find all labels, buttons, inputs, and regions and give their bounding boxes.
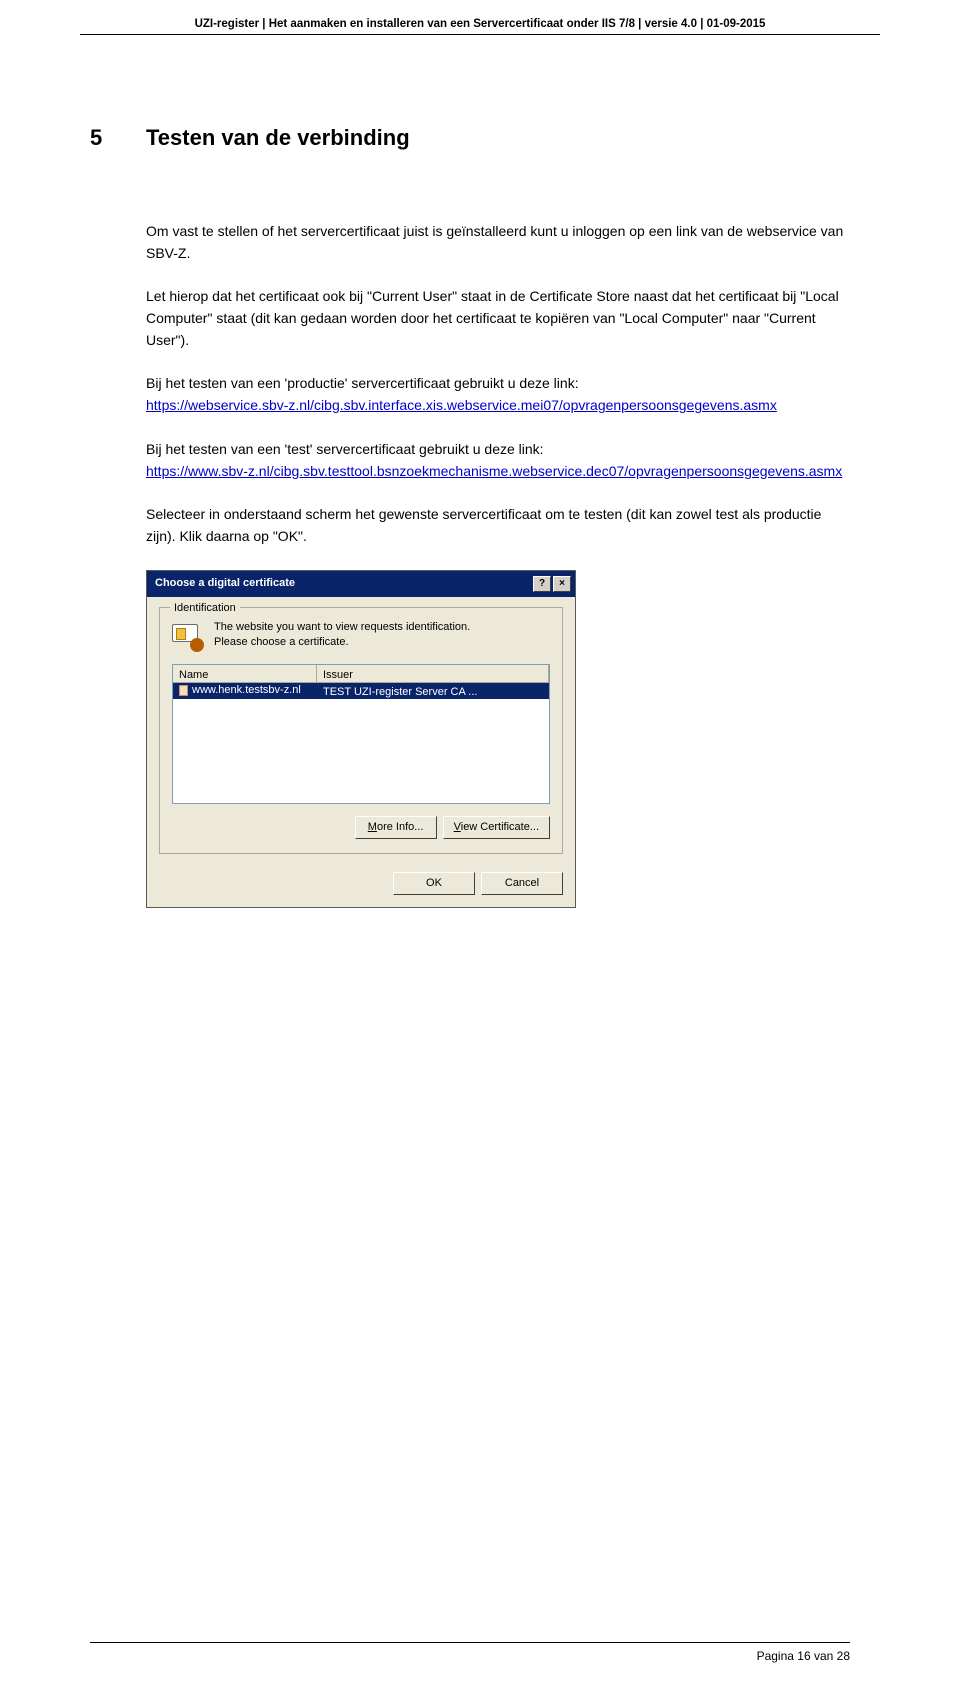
more-info-label: ore Info... bbox=[377, 821, 423, 833]
link-productie[interactable]: https://webservice.sbv-z.nl/cibg.sbv.int… bbox=[146, 397, 777, 413]
identification-fieldset: Identification The website you want to v… bbox=[159, 607, 563, 854]
cell-issuer: TEST UZI-register Server CA ... bbox=[317, 683, 549, 699]
column-name[interactable]: Name bbox=[173, 665, 317, 682]
view-certificate-button[interactable]: View Certificate... bbox=[443, 816, 550, 839]
paragraph-3: Bij het testen van een 'productie' serve… bbox=[146, 373, 850, 416]
page-header: UZI-register | Het aanmaken en installer… bbox=[0, 0, 960, 34]
paragraph-1: Om vast te stellen of het servercertific… bbox=[146, 221, 850, 264]
list-header: Name Issuer bbox=[173, 665, 549, 683]
section-heading-row: 5 Testen van de verbinding bbox=[90, 125, 850, 151]
para3-lead: Bij het testen van een 'productie' serve… bbox=[146, 375, 579, 391]
view-cert-label: iew Certificate... bbox=[461, 821, 539, 833]
link-test[interactable]: https://www.sbv-z.nl/cibg.sbv.testtool.b… bbox=[146, 463, 842, 479]
identification-text: The website you want to view requests id… bbox=[214, 620, 470, 652]
footer-divider bbox=[90, 1642, 850, 1643]
certificate-list[interactable]: Name Issuer www.henk.testsbv-z.nl TEST U… bbox=[172, 664, 550, 804]
list-item[interactable]: www.henk.testsbv-z.nl TEST UZI-register … bbox=[173, 683, 549, 699]
paragraph-5: Selecteer in onderstaand scherm het gewe… bbox=[146, 504, 850, 547]
ident-line-1: The website you want to view requests id… bbox=[214, 621, 470, 633]
cell-name: www.henk.testsbv-z.nl bbox=[173, 683, 317, 699]
identification-icon bbox=[172, 620, 204, 652]
paragraph-4: Bij het testen van een 'test' servercert… bbox=[146, 439, 850, 482]
section-title: Testen van de verbinding bbox=[146, 125, 410, 151]
para4-lead: Bij het testen van een 'test' servercert… bbox=[146, 441, 544, 457]
dialog-titlebar[interactable]: Choose a digital certificate ? × bbox=[147, 571, 575, 597]
certificate-dialog: Choose a digital certificate ? × Identif… bbox=[146, 570, 576, 908]
close-icon[interactable]: × bbox=[553, 576, 571, 592]
help-icon[interactable]: ? bbox=[533, 576, 551, 592]
fieldset-legend: Identification bbox=[170, 600, 240, 617]
section-number: 5 bbox=[90, 125, 146, 151]
ok-button[interactable]: OK bbox=[393, 872, 475, 895]
cancel-button[interactable]: Cancel bbox=[481, 872, 563, 895]
ident-line-2: Please choose a certificate. bbox=[214, 636, 349, 648]
body-text: Om vast te stellen of het servercertific… bbox=[146, 221, 850, 908]
column-issuer[interactable]: Issuer bbox=[317, 665, 549, 682]
more-info-button[interactable]: More Info... bbox=[355, 816, 437, 839]
dialog-title: Choose a digital certificate bbox=[155, 575, 531, 592]
certificate-icon bbox=[179, 685, 188, 696]
paragraph-2: Let hierop dat het certificaat ook bij "… bbox=[146, 286, 850, 351]
page-footer: Pagina 16 van 28 bbox=[757, 1649, 850, 1663]
